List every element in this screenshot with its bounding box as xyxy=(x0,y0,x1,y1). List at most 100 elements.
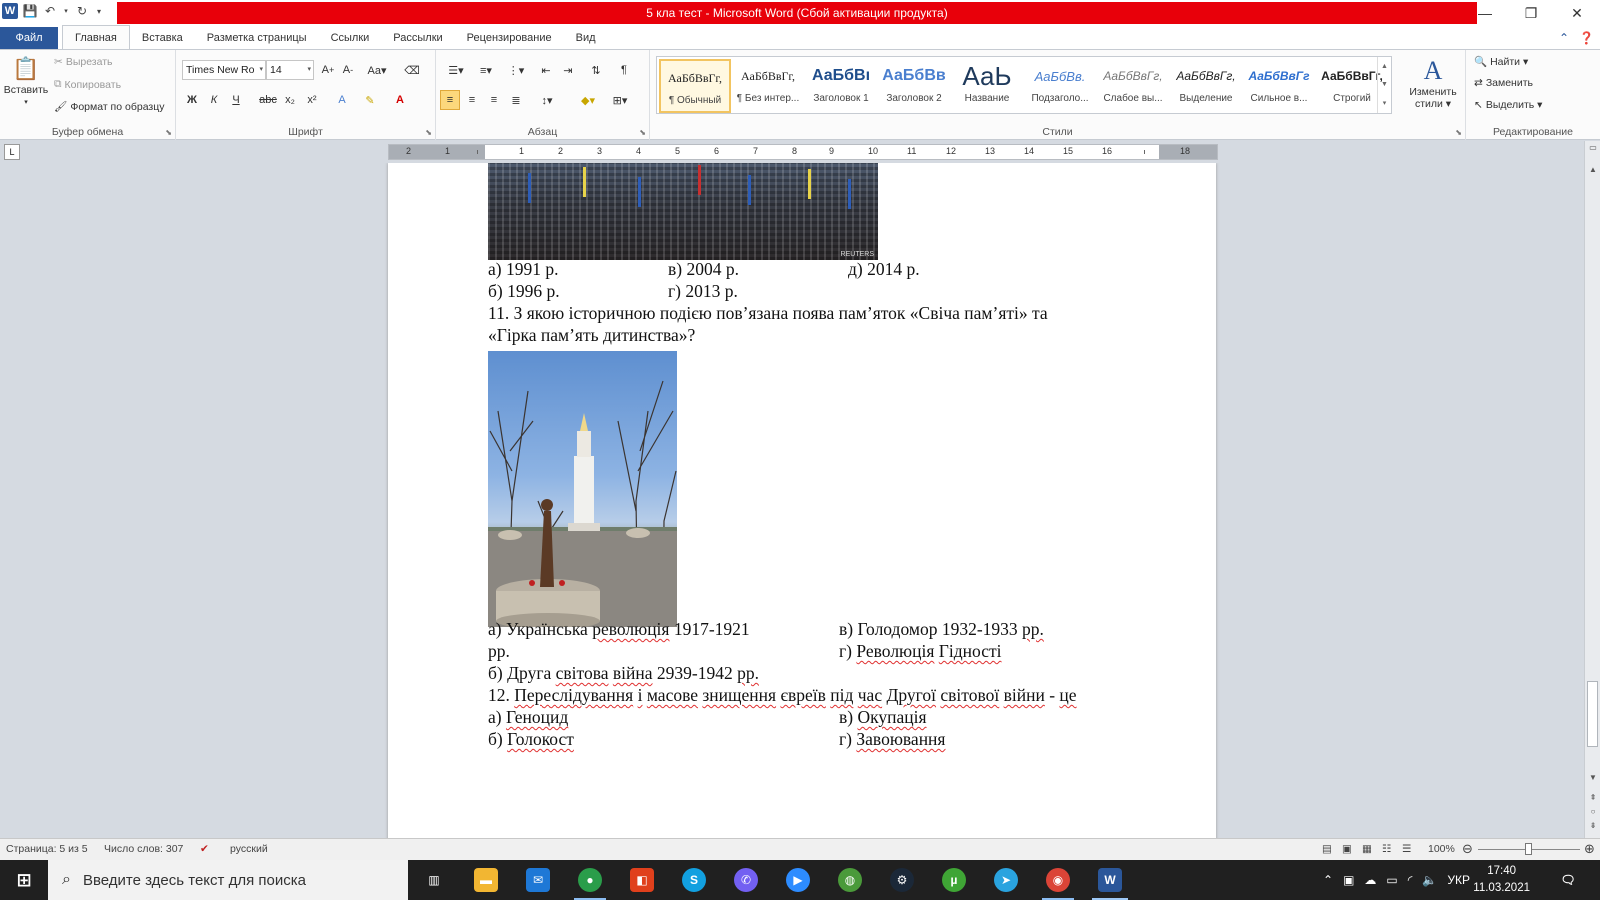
chevron-up-icon[interactable]: ⌃ xyxy=(1323,873,1333,887)
viber-icon[interactable]: ✆ xyxy=(734,868,758,892)
volume-icon[interactable]: 🔈 xyxy=(1422,873,1437,887)
clear-formatting-icon[interactable]: ⌫ xyxy=(402,60,422,80)
save-icon[interactable]: 💾 xyxy=(22,3,38,19)
minimize-button[interactable]: — xyxy=(1462,0,1508,26)
mail-icon[interactable]: ✉ xyxy=(526,868,550,892)
chevron-up-icon[interactable]: ▲ xyxy=(1381,63,1388,70)
text-effects-icon[interactable]: A xyxy=(332,90,352,110)
underline-icon[interactable]: Ч xyxy=(226,90,246,110)
full-screen-view-icon[interactable]: ▣ xyxy=(1342,843,1352,855)
web-layout-view-icon[interactable]: ▦ xyxy=(1362,843,1372,855)
tab-references[interactable]: Ссылки xyxy=(319,27,382,49)
scroll-thumb[interactable] xyxy=(1587,681,1598,747)
tab-stop-selector[interactable]: L xyxy=(4,144,20,160)
chevron-down-icon[interactable]: ▼ xyxy=(1381,81,1388,88)
windows-start-icon[interactable]: ⊞ xyxy=(12,868,36,892)
word-taskbar-icon[interactable]: W xyxy=(1098,868,1122,892)
meet-now-icon[interactable]: ▣ xyxy=(1343,873,1354,887)
style-heading-1[interactable]: АаБбВı Заголовок 1 xyxy=(805,59,877,113)
zoom-app-icon[interactable]: ▶ xyxy=(786,868,810,892)
change-case-icon[interactable]: Aa▾ xyxy=(364,60,390,80)
horizontal-ruler[interactable]: 2 1 1 2 3 4 5 6 7 8 9 10 11 12 13 14 15 … xyxy=(388,144,1218,160)
tab-view[interactable]: Вид xyxy=(564,27,608,49)
sort-icon[interactable]: ⇅ xyxy=(586,60,606,80)
tab-page-layout[interactable]: Разметка страницы xyxy=(195,27,319,49)
proofing-icon[interactable]: ✔ xyxy=(200,843,209,855)
word-app-icon[interactable]: W xyxy=(2,3,18,19)
change-styles-button[interactable]: A Изменить стили ▾ xyxy=(1404,56,1462,110)
style-normal[interactable]: АаБбВвГг, ¶ Обычный xyxy=(659,59,731,113)
taskbar-search[interactable]: ⌕ Введите здесь текст для поиска xyxy=(48,860,408,900)
chrome-profile-icon[interactable]: ● xyxy=(578,868,602,892)
ruler-indent-marker[interactable] xyxy=(477,150,478,154)
chrome-icon[interactable]: ◉ xyxy=(1046,868,1070,892)
multilevel-list-icon[interactable]: ⋮▾ xyxy=(502,60,530,80)
paragraph-launcher-icon[interactable]: ⬊ xyxy=(639,128,646,137)
format-painter-button[interactable]: 🖌 Формат по образцу xyxy=(54,100,165,114)
customize-qat-icon[interactable]: ▾ xyxy=(94,3,104,19)
telegram-icon[interactable]: ➤ xyxy=(994,868,1018,892)
task-view-icon[interactable]: ▥ xyxy=(422,868,446,892)
style-title[interactable]: АаЬ Название xyxy=(951,59,1023,113)
gallery-more-icon[interactable]: ▾ xyxy=(1383,99,1387,107)
font-color-icon[interactable]: A xyxy=(390,90,410,110)
tab-review[interactable]: Рецензирование xyxy=(455,27,564,49)
style-intense-emphasis[interactable]: АаБбВвГг Сильное в... xyxy=(1243,59,1315,113)
font-size-combo[interactable]: 14 ▾ xyxy=(266,60,314,80)
subscript-icon[interactable]: x₂ xyxy=(280,90,300,110)
shading-icon[interactable]: ◆▾ xyxy=(574,90,602,110)
increase-indent-icon[interactable]: ⇥ xyxy=(558,60,578,80)
battery-icon[interactable]: ▭ xyxy=(1386,873,1397,887)
style-no-spacing[interactable]: АаБбВвГг, ¶ Без интер... xyxy=(732,59,804,113)
tab-home[interactable]: Главная xyxy=(62,25,130,49)
align-left-icon[interactable]: ≡ xyxy=(440,90,460,110)
outline-view-icon[interactable]: ☷ xyxy=(1382,843,1391,855)
print-layout-view-icon[interactable]: ▤ xyxy=(1322,843,1332,855)
notifications-icon[interactable]: 🗨 xyxy=(1556,868,1580,892)
next-page-icon[interactable]: ⇟ xyxy=(1585,821,1600,830)
previous-page-icon[interactable]: ⇞ xyxy=(1585,793,1600,802)
style-heading-2[interactable]: АаБбВв Заголовок 2 xyxy=(878,59,950,113)
close-button[interactable]: ✕ xyxy=(1554,0,1600,26)
bullets-icon[interactable]: ☰▾ xyxy=(442,60,470,80)
help-icon[interactable]: ❓ xyxy=(1579,31,1594,45)
replace-button[interactable]: ⇄ Заменить xyxy=(1474,77,1533,89)
browse-object-icon[interactable]: ○ xyxy=(1585,807,1600,816)
style-emphasis[interactable]: АаБбВвГг, Выделение xyxy=(1170,59,1242,113)
file-explorer-icon[interactable]: ▬ xyxy=(474,868,498,892)
gallery-scroll[interactable]: ▲ ▼ ▾ xyxy=(1377,57,1391,113)
memorial-monument-image[interactable] xyxy=(488,351,677,627)
show-marks-icon[interactable]: ¶ xyxy=(614,60,634,80)
borders-icon[interactable]: ⊞▾ xyxy=(606,90,634,110)
align-right-icon[interactable]: ≡ xyxy=(484,90,504,110)
utorrent-icon[interactable]: µ xyxy=(942,868,966,892)
justify-icon[interactable]: ≣ xyxy=(506,90,526,110)
page-count[interactable]: Страница: 5 из 5 xyxy=(6,843,88,855)
zoom-level[interactable]: 100% xyxy=(1428,843,1455,855)
styles-launcher-icon[interactable]: ⬊ xyxy=(1455,128,1462,137)
highlight-icon[interactable]: ✎ xyxy=(360,90,380,110)
ruler-toggle-icon[interactable]: ▭ xyxy=(1585,143,1600,152)
copy-button[interactable]: ⧉ Копировать xyxy=(54,78,121,91)
superscript-icon[interactable]: x² xyxy=(302,90,322,110)
paste-button[interactable]: 📋 Вставить ▾ xyxy=(4,56,49,106)
style-subtitle[interactable]: АаБбВв. Подзаголо... xyxy=(1024,59,1096,113)
scroll-up-icon[interactable]: ▲ xyxy=(1585,165,1600,174)
chevron-down-icon[interactable]: ▾ xyxy=(62,3,70,19)
font-launcher-icon[interactable]: ⬊ xyxy=(425,128,432,137)
language-switch[interactable]: УКР xyxy=(1447,873,1470,887)
zoom-slider[interactable] xyxy=(1478,843,1580,855)
language-indicator[interactable]: русский xyxy=(230,843,268,855)
numbering-icon[interactable]: ≡▾ xyxy=(472,60,500,80)
zoom-in-icon[interactable]: ⊕ xyxy=(1584,841,1595,857)
ruler-right-indent-marker[interactable] xyxy=(1144,150,1145,154)
line-spacing-icon[interactable]: ↕▾ xyxy=(534,90,560,110)
italic-icon[interactable]: К xyxy=(204,90,224,110)
globe-app-icon[interactable]: ◍ xyxy=(838,868,862,892)
redo-icon[interactable]: ↻ xyxy=(74,3,90,19)
shrink-font-icon[interactable]: A- xyxy=(338,60,358,80)
undo-icon[interactable]: ↶ xyxy=(42,3,58,19)
style-subtle-emphasis[interactable]: АаБбВвГг, Слабое вы... xyxy=(1097,59,1169,113)
cut-button[interactable]: ✂ Вырезать xyxy=(54,56,113,68)
vertical-scrollbar[interactable]: ▭ ▲ ▼ ⇞ ○ ⇟ xyxy=(1584,141,1600,838)
